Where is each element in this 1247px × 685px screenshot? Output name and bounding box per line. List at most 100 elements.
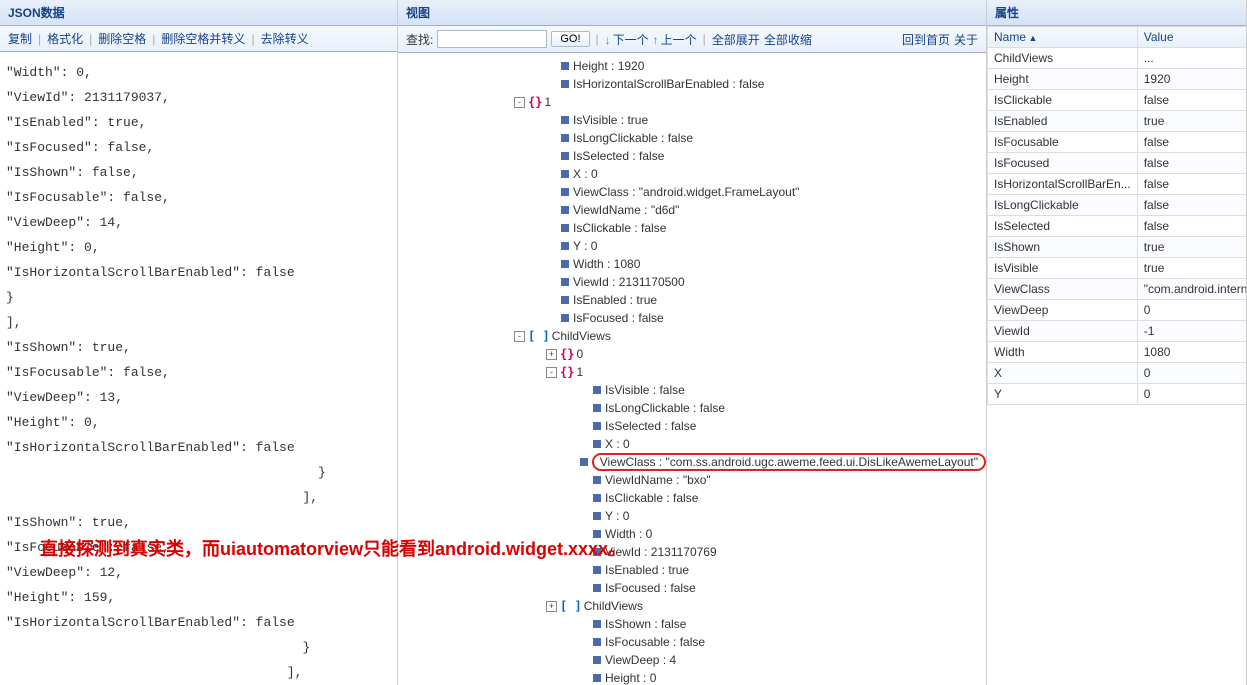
tree-row[interactable]: -[ ]ChildViews: [398, 327, 986, 345]
remove-space-button[interactable]: 删除空格: [98, 30, 146, 47]
tree-row[interactable]: IsClickable : false: [398, 489, 986, 507]
tree-row[interactable]: IsSelected : false: [398, 417, 986, 435]
go-button[interactable]: GO!: [551, 31, 589, 47]
tree-row[interactable]: Width : 0: [398, 525, 986, 543]
tree-label: X : 0: [573, 167, 598, 181]
leaf-icon: [593, 530, 601, 538]
unescape-button[interactable]: 去除转义: [261, 30, 309, 47]
collapse-icon[interactable]: -: [514, 331, 525, 342]
table-row[interactable]: IsFocusedfalse: [988, 153, 1247, 174]
tree-row[interactable]: IsFocused : false: [398, 309, 986, 327]
collapse-icon[interactable]: -: [546, 367, 557, 378]
object-icon: {}: [560, 347, 574, 361]
prop-value: 1080: [1137, 342, 1246, 363]
table-row[interactable]: ViewDeep0: [988, 300, 1247, 321]
col-name[interactable]: Name: [988, 27, 1138, 48]
col-value[interactable]: Value: [1137, 27, 1246, 48]
tree-row[interactable]: IsEnabled : true: [398, 561, 986, 579]
tree-row[interactable]: ViewId : 2131170769: [398, 543, 986, 561]
tree-row[interactable]: Y : 0: [398, 507, 986, 525]
search-input[interactable]: [437, 30, 547, 48]
table-row[interactable]: Height1920: [988, 69, 1247, 90]
tree-row[interactable]: Y : 0: [398, 237, 986, 255]
tree-row[interactable]: -{}1: [398, 93, 986, 111]
tree-label: 0: [576, 347, 583, 361]
table-row[interactable]: IsLongClickablefalse: [988, 195, 1247, 216]
collapse-all-button[interactable]: 全部收缩: [764, 31, 812, 48]
tree-label: Width : 1080: [573, 257, 640, 271]
tree-row[interactable]: IsFocusable : false: [398, 633, 986, 651]
tree-label: ViewId : 2131170769: [605, 545, 717, 559]
table-row[interactable]: ViewClass"com.android.internal.p: [988, 279, 1247, 300]
tree-label: Height : 0: [605, 671, 656, 685]
tree-label: IsEnabled : true: [573, 293, 657, 307]
tree-row[interactable]: IsShown : false: [398, 615, 986, 633]
prev-button[interactable]: 上一个: [653, 31, 697, 48]
tree-row[interactable]: X : 0: [398, 435, 986, 453]
tree-row[interactable]: Width : 1080: [398, 255, 986, 273]
tree-row[interactable]: ViewIdName : "bxo": [398, 471, 986, 489]
table-row[interactable]: ChildViews...: [988, 48, 1247, 69]
tree-row[interactable]: IsHorizontalScrollBarEnabled : false: [398, 75, 986, 93]
format-button[interactable]: 格式化: [47, 30, 83, 47]
tree-row[interactable]: +[ ]ChildViews: [398, 597, 986, 615]
prop-value: -1: [1137, 321, 1246, 342]
tree-row[interactable]: -{}1: [398, 363, 986, 381]
tree-label: X : 0: [605, 437, 630, 451]
tree-row[interactable]: Height : 1920: [398, 57, 986, 75]
prop-name: IsEnabled: [988, 111, 1138, 132]
table-row[interactable]: IsVisibletrue: [988, 258, 1247, 279]
tree-row[interactable]: ViewClass : "com.ss.android.ugc.aweme.fe…: [398, 453, 986, 471]
home-button[interactable]: 回到首页: [902, 31, 950, 48]
tree-row[interactable]: IsClickable : false: [398, 219, 986, 237]
tree-row[interactable]: IsVisible : true: [398, 111, 986, 129]
leaf-icon: [580, 458, 587, 466]
json-text-area[interactable]: "Width": 0, "ViewId": 2131179037, "IsEna…: [0, 52, 397, 685]
tree-label: ViewIdName : "bxo": [605, 473, 711, 487]
tree-row[interactable]: IsVisible : false: [398, 381, 986, 399]
table-row[interactable]: IsHorizontalScrollBarEn...false: [988, 174, 1247, 195]
copy-button[interactable]: 复制: [8, 30, 32, 47]
tree-row[interactable]: IsEnabled : true: [398, 291, 986, 309]
prop-name: ViewClass: [988, 279, 1138, 300]
table-row[interactable]: IsClickablefalse: [988, 90, 1247, 111]
tree-row[interactable]: X : 0: [398, 165, 986, 183]
remove-space-escape-button[interactable]: 删除空格并转义: [161, 30, 245, 47]
tree-row[interactable]: ViewDeep : 4: [398, 651, 986, 669]
expand-all-button[interactable]: 全部展开: [712, 31, 760, 48]
tree-label: IsSelected : false: [605, 419, 696, 433]
prop-value: true: [1137, 111, 1246, 132]
table-row[interactable]: IsEnabledtrue: [988, 111, 1247, 132]
table-row[interactable]: Width1080: [988, 342, 1247, 363]
leaf-icon: [593, 566, 601, 574]
collapse-icon[interactable]: -: [514, 97, 525, 108]
table-row[interactable]: Y0: [988, 384, 1247, 405]
leaf-icon: [593, 620, 601, 628]
table-row[interactable]: X0: [988, 363, 1247, 384]
tree-row[interactable]: Height : 0: [398, 669, 986, 685]
prop-name: ViewDeep: [988, 300, 1138, 321]
tree-row[interactable]: IsLongClickable : false: [398, 129, 986, 147]
tree-label: ViewId : 2131170500: [573, 275, 685, 289]
tree-label: IsClickable : false: [605, 491, 698, 505]
tree-row[interactable]: IsLongClickable : false: [398, 399, 986, 417]
expand-icon[interactable]: +: [546, 601, 557, 612]
highlighted-node: ViewClass : "com.ss.android.ugc.aweme.fe…: [592, 453, 986, 471]
tree-row[interactable]: ViewClass : "android.widget.FrameLayout": [398, 183, 986, 201]
tree-view[interactable]: Height : 1920IsHorizontalScrollBarEnable…: [398, 53, 986, 685]
tree-row[interactable]: +{}0: [398, 345, 986, 363]
tree-row[interactable]: ViewIdName : "d6d": [398, 201, 986, 219]
table-row[interactable]: IsFocusablefalse: [988, 132, 1247, 153]
table-row[interactable]: ViewId-1: [988, 321, 1247, 342]
table-row[interactable]: IsShowntrue: [988, 237, 1247, 258]
properties-panel: 属性 Name Value ChildViews...Height1920IsC…: [987, 0, 1247, 685]
tree-row[interactable]: IsSelected : false: [398, 147, 986, 165]
leaf-icon: [593, 386, 601, 394]
tree-row[interactable]: ViewId : 2131170500: [398, 273, 986, 291]
next-button[interactable]: 下一个: [605, 31, 649, 48]
tree-row[interactable]: IsFocused : false: [398, 579, 986, 597]
expand-icon[interactable]: +: [546, 349, 557, 360]
about-button[interactable]: 关于: [954, 31, 978, 48]
prop-value: false: [1137, 90, 1246, 111]
table-row[interactable]: IsSelectedfalse: [988, 216, 1247, 237]
